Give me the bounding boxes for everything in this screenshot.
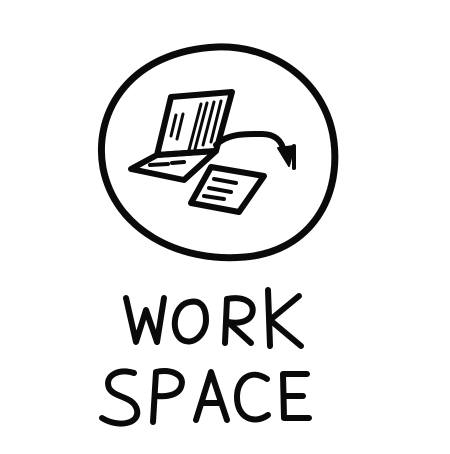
workspace-logo: WORK SPACE	[0, 0, 450, 450]
document-icon	[188, 164, 267, 215]
cable	[213, 130, 296, 170]
logo-word-space	[99, 368, 312, 427]
logo-word-work	[123, 287, 304, 349]
workspace-emblem-icon	[98, 43, 339, 427]
